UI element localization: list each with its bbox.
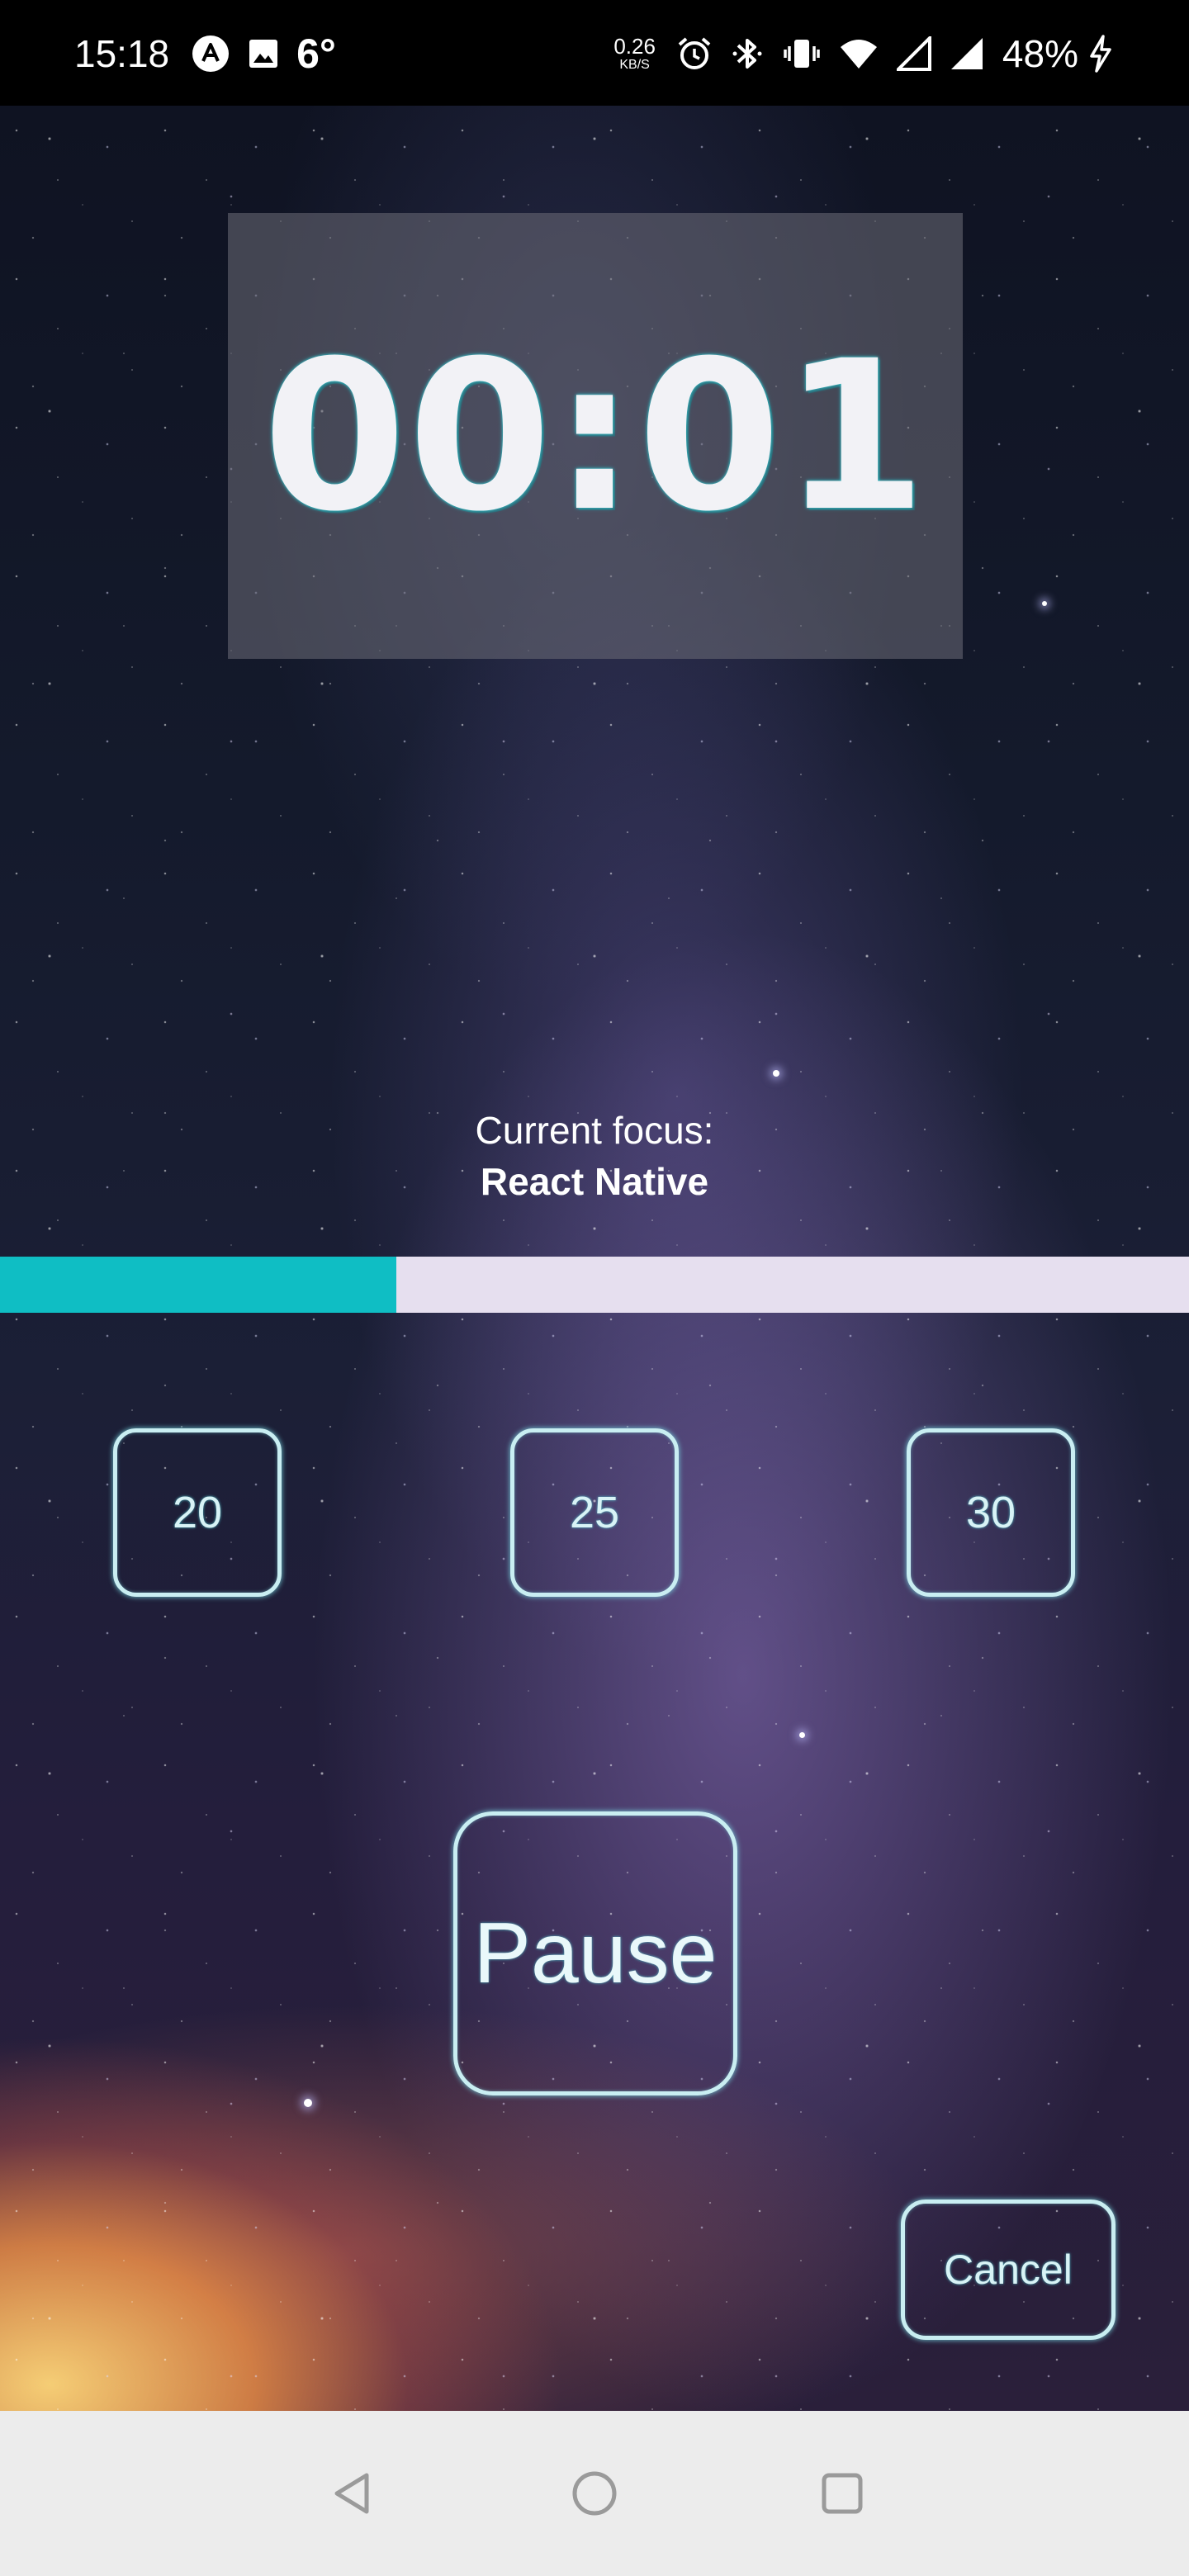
wifi-icon <box>839 37 879 70</box>
star <box>1042 601 1047 606</box>
bluetooth-icon <box>732 35 765 73</box>
recents-icon[interactable] <box>809 2460 875 2526</box>
status-time: 15:18 <box>74 32 170 75</box>
time-option-25-button[interactable]: 25 <box>510 1428 679 1597</box>
signal-full-icon <box>950 36 984 71</box>
focus-subject: React Native <box>480 1160 709 1203</box>
progress-fill <box>0 1257 396 1313</box>
app-a-icon <box>191 34 230 73</box>
status-bar-right: 0.26 KB/S 48% <box>613 25 1131 83</box>
cancel-button[interactable]: Cancel <box>901 2200 1116 2340</box>
network-speed: 0.26 KB/S <box>613 36 656 72</box>
countdown-panel: 00:01 <box>228 213 963 659</box>
star <box>773 1070 779 1077</box>
vibrate-icon <box>783 35 821 73</box>
signal-icon <box>896 36 931 71</box>
alarm-icon <box>675 35 713 73</box>
countdown-display: 00:01 <box>263 315 928 556</box>
image-icon <box>247 37 280 70</box>
charging-icon <box>1088 35 1113 73</box>
progress-bar <box>0 1257 1189 1313</box>
battery-percent: 48% <box>1002 32 1078 75</box>
network-speed-value: 0.26 <box>613 34 656 59</box>
focus-label: Current focus: <box>475 1109 714 1152</box>
home-icon[interactable] <box>561 2460 628 2526</box>
status-bar: 15:18 6° 0.26 KB/S 48% <box>0 0 1189 106</box>
network-speed-unit: KB/S <box>619 58 650 72</box>
time-option-30-button[interactable]: 30 <box>907 1428 1075 1597</box>
back-icon[interactable] <box>319 2460 385 2526</box>
star <box>304 2099 312 2107</box>
current-focus: Current focus: React Native <box>0 1105 1189 1207</box>
pause-button[interactable]: Pause <box>453 1811 737 2095</box>
time-option-20-button[interactable]: 20 <box>113 1428 282 1597</box>
status-bar-left: 15:18 6° <box>74 25 336 83</box>
navigation-bar <box>0 2411 1189 2576</box>
status-temperature: 6° <box>296 31 336 77</box>
star <box>799 1732 805 1738</box>
